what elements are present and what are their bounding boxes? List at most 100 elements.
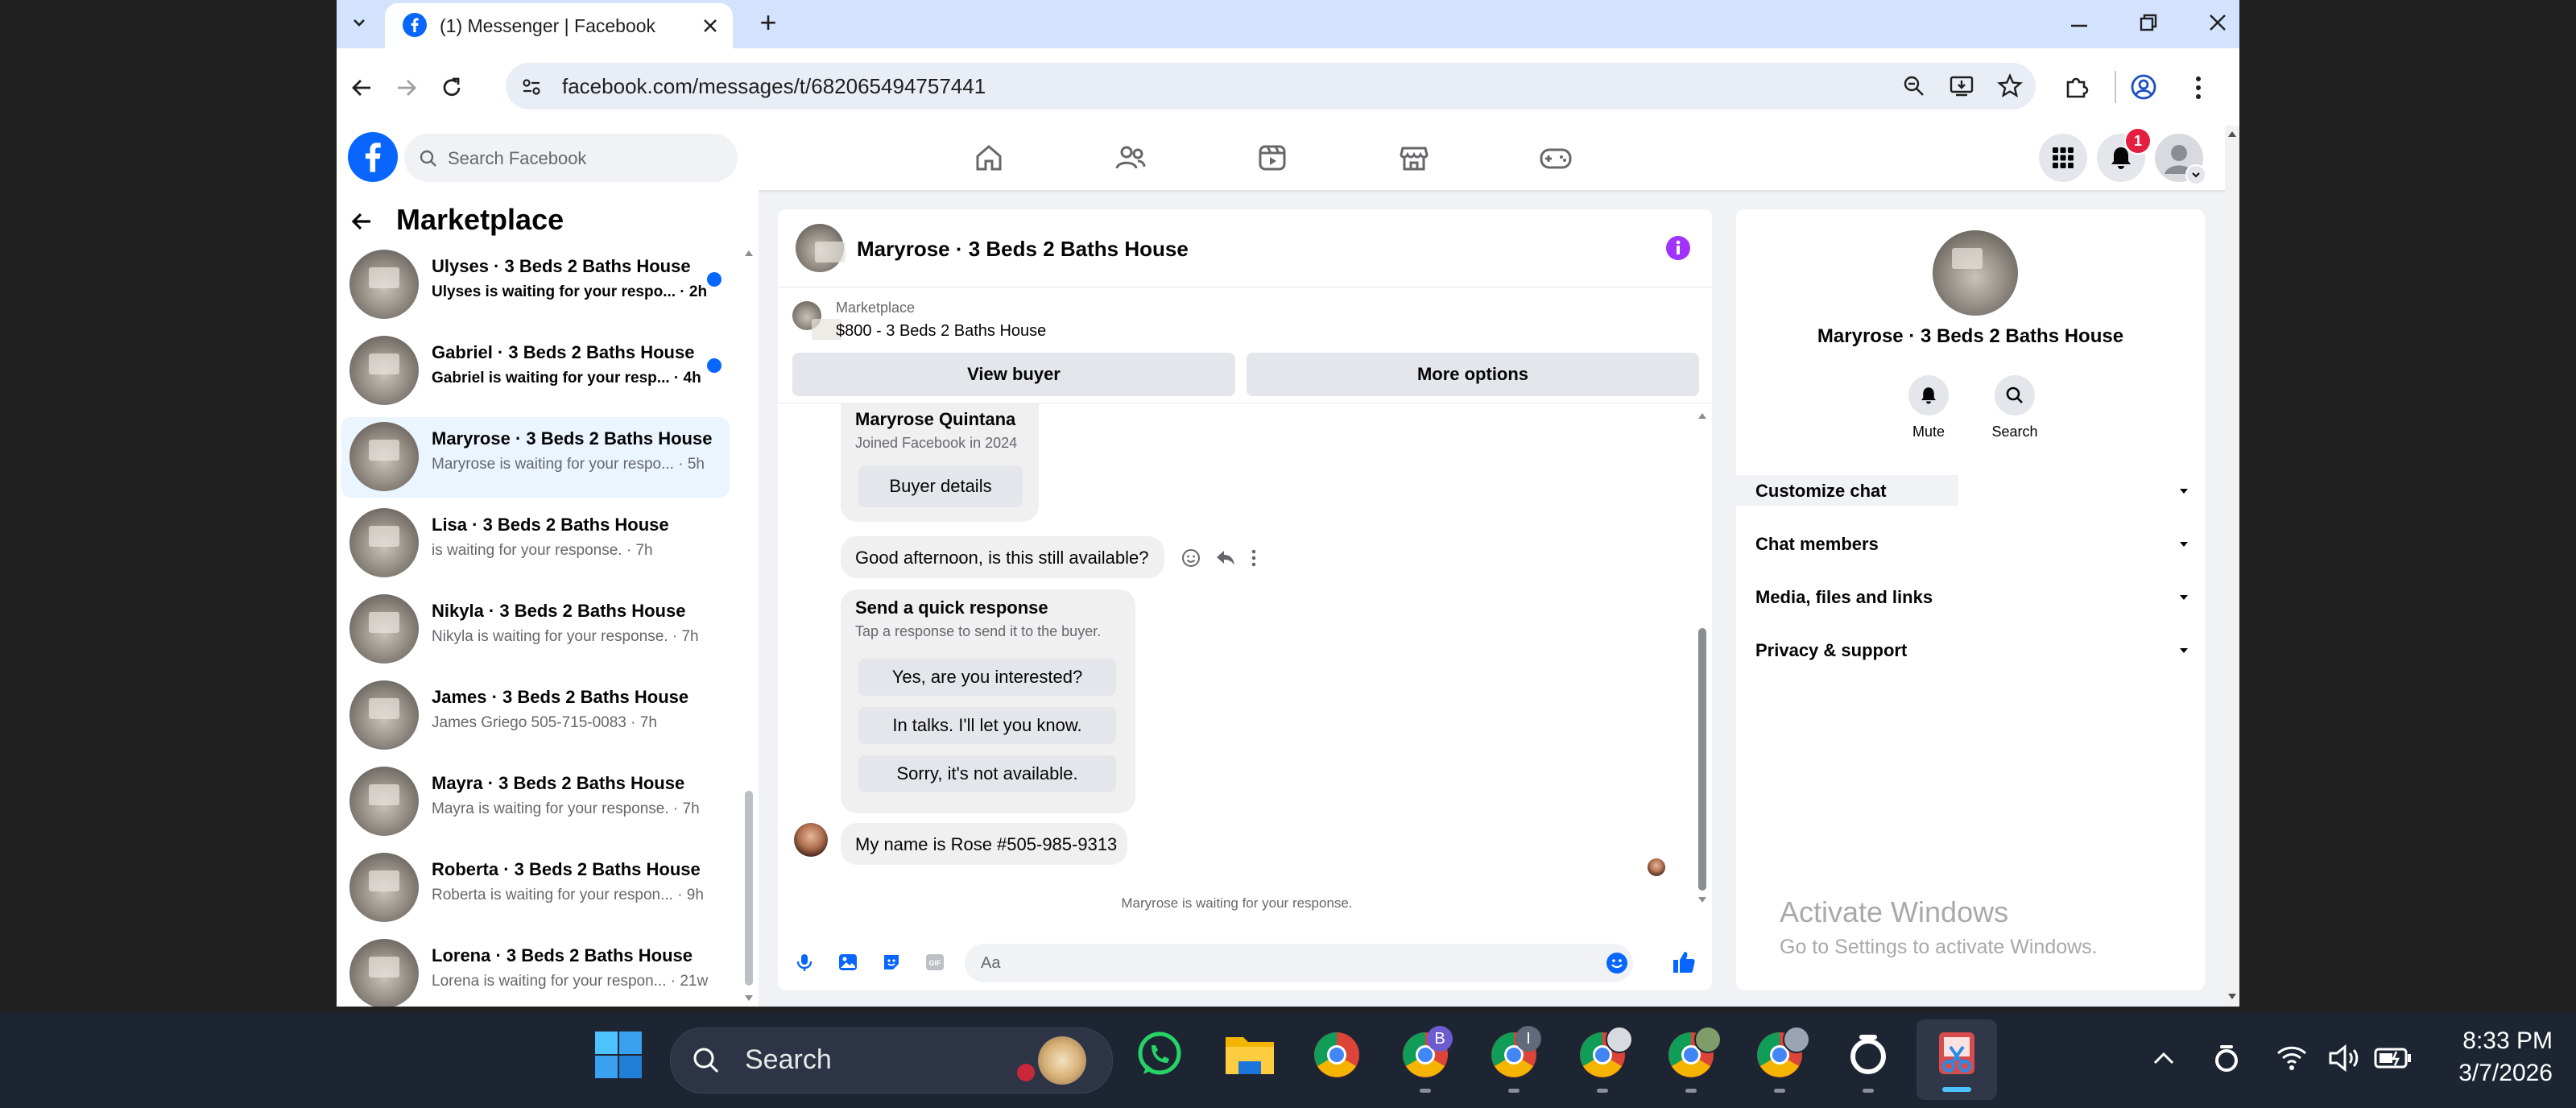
listing-thumbnail[interactable] [792,301,842,340]
clock-date[interactable]: 3/7/2026 [2440,1060,2553,1087]
conversation-item[interactable]: Gabriel · 3 Beds 2 Baths House Gabriel is… [341,331,730,411]
conversation-item[interactable]: James · 3 Beds 2 Baths House James Griego… [341,676,730,756]
nav-home[interactable] [971,140,1007,176]
scroll-down-icon[interactable] [1697,895,1708,905]
microphone-icon[interactable] [794,952,815,973]
mute-button[interactable]: Mute [1902,375,1955,446]
taskbar-chrome-1[interactable] [1305,1023,1369,1087]
install-app-icon[interactable] [1949,74,1974,98]
reload-icon[interactable] [438,74,465,101]
chat-info-panel: Maryrose · 3 Beds 2 Baths House Mute Sea… [1736,209,2205,990]
listing-title[interactable]: $800 - 3 Beds 2 Baths House [836,322,1046,341]
gif-icon[interactable]: GIF [924,952,945,973]
conversation-preview: Nikyla is waiting for your response. · 7… [432,628,699,645]
like-icon[interactable] [1670,949,1697,976]
view-buyer-button[interactable]: View buyer [792,353,1235,396]
scroll-thumb[interactable] [1698,628,1706,891]
nav-gaming[interactable] [1538,140,1573,176]
message-bubble[interactable]: My name is Rose #505-985-9313 [841,823,1127,865]
scroll-down-icon[interactable] [743,994,755,1003]
sender-avatar[interactable] [794,823,828,857]
message-bubble[interactable]: Good afternoon, is this still available? [841,536,1164,578]
whatsapp-icon [1138,1032,1181,1075]
facebook-logo-icon[interactable] [348,132,398,182]
more-actions-icon[interactable] [1248,548,1259,568]
scroll-down-icon[interactable] [2227,992,2238,1002]
section-customize-chat[interactable]: Customize chat [1755,470,2190,512]
chat-title[interactable]: Maryrose · 3 Beds 2 Baths House [857,237,1189,262]
scroll-up-icon[interactable] [2227,129,2238,138]
sticker-icon[interactable] [881,952,902,973]
tab-search-icon[interactable] [348,11,370,34]
info-icon[interactable] [1665,235,1691,261]
conversation-item[interactable]: Maryrose · 3 Beds 2 Baths House Maryrose … [341,417,730,498]
close-window-icon[interactable] [2206,11,2229,34]
nav-marketplace[interactable] [1396,140,1432,176]
clock-time[interactable]: 8:33 PM [2440,1027,2553,1055]
show-hidden-icons-icon[interactable] [2150,1045,2177,1073]
tab-messenger[interactable]: (1) Messenger | Facebook [385,3,733,48]
ring-tray-icon[interactable] [2213,1042,2240,1074]
info-avatar[interactable] [1933,230,2018,316]
volume-icon[interactable] [2327,1044,2363,1073]
conversation-item[interactable]: Mayra · 3 Beds 2 Baths House Mayra is wai… [341,762,730,842]
section-privacy-support[interactable]: Privacy & support [1755,630,2190,672]
list-scrollbar[interactable] [742,248,755,1007]
scroll-up-icon[interactable] [743,248,755,258]
menu-button[interactable] [2039,134,2087,182]
chevron-down-icon [2180,648,2188,653]
address-bar[interactable]: facebook.com/messages/t/682065494757441 [506,63,2036,110]
section-chat-members[interactable]: Chat members [1755,523,2190,565]
bookmark-star-icon[interactable] [1997,73,2023,99]
buyer-card: Maryrose Quintana Joined Facebook in 202… [841,403,1039,522]
back-icon[interactable] [348,74,375,101]
message-input[interactable]: Aa [965,944,1633,982]
taskbar-file-explorer[interactable] [1218,1023,1282,1087]
chat-avatar[interactable] [796,224,846,272]
nav-video[interactable] [1255,140,1290,176]
search-in-chat-button[interactable]: Search [1984,375,2045,446]
start-button[interactable] [586,1023,651,1087]
facebook-search-input[interactable]: Search Facebook [404,134,738,182]
quick-reply-not-available[interactable]: Sorry, it's not available. [858,755,1116,792]
conversation-item[interactable]: Lisa · 3 Beds 2 Baths House is waiting fo… [341,503,730,584]
profile-icon[interactable] [2129,72,2158,101]
conversation-avatar [349,853,419,922]
quick-reply-in-talks[interactable]: In talks. I'll let you know. [858,707,1116,744]
conversation-item[interactable]: Ulyses · 3 Beds 2 Baths House Ulyses is w… [341,248,730,325]
site-settings-icon[interactable] [520,76,543,98]
back-arrow-icon[interactable] [348,208,375,235]
conversation-item[interactable]: Nikyla · 3 Beds 2 Baths House Nikyla is w… [341,589,730,670]
scroll-thumb[interactable] [745,791,753,986]
taskbar-snipping-tool[interactable] [1925,1023,1989,1087]
forward-icon[interactable] [393,74,420,101]
page-scrollbar[interactable] [2225,126,2239,1007]
browser-menu-icon[interactable] [2189,74,2208,101]
chat-scrollbar[interactable] [1696,411,1709,908]
section-media-files-links[interactable]: Media, files and links [1755,577,2190,618]
restore-icon[interactable] [2137,11,2160,34]
conversation-avatar [349,680,419,750]
battery-icon[interactable] [2374,1047,2413,1069]
extensions-icon[interactable] [2063,72,2092,101]
account-chevron-icon[interactable] [2185,164,2206,185]
taskbar-search[interactable]: Search [670,1027,1113,1094]
close-tab-icon[interactable] [701,16,720,35]
emoji-icon[interactable] [1606,952,1628,974]
buyer-details-button[interactable]: Buyer details [858,465,1023,507]
quick-reply-interested[interactable]: Yes, are you interested? [858,659,1116,696]
taskbar-whatsapp[interactable] [1127,1023,1192,1087]
reply-icon[interactable] [1214,548,1237,568]
react-icon[interactable] [1180,548,1201,568]
new-tab-button[interactable]: + [750,5,786,40]
conversation-item[interactable]: Roberta · 3 Beds 2 Baths House Roberta is… [341,848,730,928]
conversation-item[interactable]: Lorena · 3 Beds 2 Baths House Lorena is w… [341,934,730,1007]
nav-friends[interactable] [1113,140,1148,176]
zoom-icon[interactable] [1902,74,1926,98]
minimize-icon[interactable] [2068,14,2090,37]
more-options-button[interactable]: More options [1247,353,1699,396]
wifi-icon[interactable] [2276,1044,2308,1073]
photo-icon[interactable] [837,952,858,973]
taskbar-copilot[interactable] [1836,1023,1900,1087]
scroll-up-icon[interactable] [1697,411,1708,420]
